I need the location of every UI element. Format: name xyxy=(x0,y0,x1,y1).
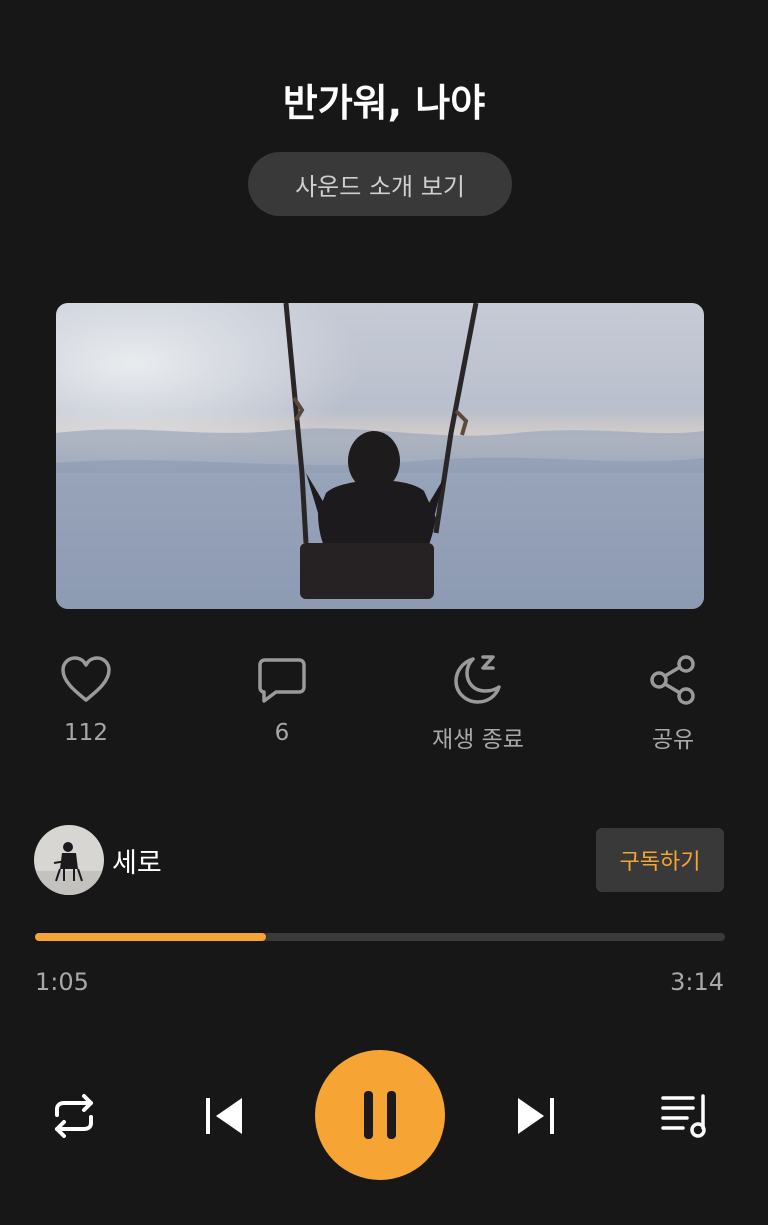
previous-icon xyxy=(206,1098,242,1134)
next-icon xyxy=(518,1098,554,1134)
current-time: 1:05 xyxy=(35,968,89,996)
sleep-timer-button[interactable]: 재생 종료 xyxy=(398,650,558,760)
playlist-button[interactable] xyxy=(658,1088,714,1144)
repeat-button[interactable] xyxy=(46,1088,102,1144)
like-count: 112 xyxy=(64,720,108,746)
like-button[interactable]: 112 xyxy=(6,650,166,760)
sound-title: 반가워, 나야 xyxy=(282,81,486,125)
playlist-icon xyxy=(661,1094,706,1138)
cover-artwork xyxy=(56,303,704,609)
heart-icon xyxy=(59,650,113,710)
share-icon xyxy=(648,650,698,710)
sound-intro-button[interactable]: 사운드 소개 보기 xyxy=(248,152,512,216)
next-button[interactable] xyxy=(510,1088,562,1144)
creator-row: 세로 구독하기 xyxy=(34,825,724,895)
progress-fill xyxy=(35,933,267,941)
comment-icon xyxy=(256,650,308,710)
sleep-timer-label: 재생 종료 xyxy=(432,727,524,753)
share-label: 공유 xyxy=(651,727,695,753)
total-time: 3:14 xyxy=(670,968,724,996)
pause-icon xyxy=(364,1091,396,1139)
previous-button[interactable] xyxy=(198,1088,250,1144)
comment-count: 6 xyxy=(274,720,290,746)
share-button[interactable]: 공유 xyxy=(593,650,753,760)
subscribe-button[interactable]: 구독하기 xyxy=(596,828,724,892)
progress-bar[interactable] xyxy=(35,933,725,941)
creator-avatar[interactable] xyxy=(34,825,104,895)
repeat-icon xyxy=(55,1094,93,1138)
sleep-timer-moon-icon xyxy=(451,650,505,710)
pause-button[interactable] xyxy=(315,1050,445,1180)
creator-name[interactable]: 세로 xyxy=(112,841,162,880)
comment-button[interactable]: 6 xyxy=(202,650,362,760)
